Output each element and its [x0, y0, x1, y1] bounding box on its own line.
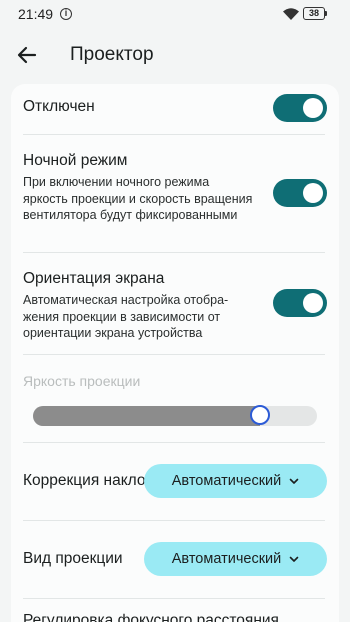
brightness-slider-fill: [33, 406, 261, 426]
chevron-down-icon: [289, 556, 299, 562]
tilt-correction-label: Коррекция наклона: [23, 472, 163, 489]
toggle-knob: [303, 98, 323, 118]
night-mode-title: Ночной режим: [23, 152, 128, 169]
status-time: 21:49: [18, 6, 54, 22]
settings-card: Отключен Ночной режим При включении ночн…: [11, 84, 339, 622]
app-bar: Проектор: [0, 28, 350, 84]
night-mode-toggle[interactable]: [273, 179, 327, 207]
back-arrow-icon[interactable]: [14, 42, 40, 68]
focus-adjust-label[interactable]: Регулировка фокусного расстояния: [23, 612, 279, 622]
tilt-correction-value: Автоматический: [171, 473, 282, 489]
battery-icon: 38: [303, 7, 325, 20]
toggle-knob: [303, 293, 323, 313]
divider: [23, 520, 325, 521]
wifi-icon: [283, 8, 299, 20]
brightness-slider-thumb[interactable]: [250, 405, 271, 425]
divider: [23, 134, 325, 135]
battery-tip: [325, 11, 327, 16]
night-mode-description: При включении ночного режима яркость про…: [23, 175, 253, 222]
projection-view-select[interactable]: Автоматический: [144, 542, 327, 576]
toggle-knob: [303, 183, 323, 203]
chevron-down-icon: [289, 478, 299, 484]
disabled-title: Отключен: [23, 98, 95, 115]
brightness-label: Яркость проекции: [23, 373, 141, 389]
divider: [23, 252, 325, 253]
projection-view-label: Вид проекции: [23, 550, 123, 567]
divider: [23, 598, 325, 599]
orientation-description: Автоматическая настройка отобра-жения пр…: [23, 293, 229, 340]
tilt-correction-select[interactable]: Автоматический: [144, 464, 327, 498]
page-title: Проектор: [70, 44, 154, 65]
status-bar: 21:49 i 38: [0, 0, 350, 28]
divider: [23, 354, 325, 355]
divider: [23, 442, 325, 443]
projection-view-value: Автоматический: [171, 551, 282, 567]
brightness-slider[interactable]: [33, 405, 317, 426]
info-icon: i: [60, 8, 72, 20]
orientation-title: Ориентация экрана: [23, 270, 165, 287]
disabled-toggle[interactable]: [273, 94, 327, 122]
orientation-toggle[interactable]: [273, 289, 327, 317]
